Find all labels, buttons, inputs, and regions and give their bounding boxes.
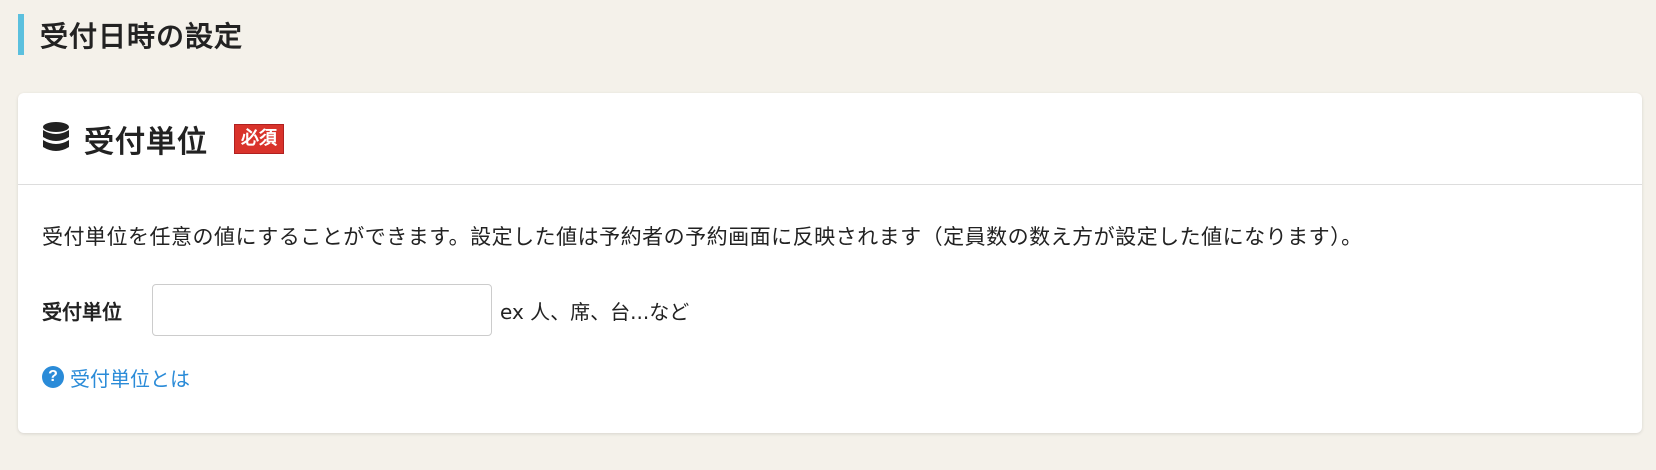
description-text: 受付単位を任意の値にすることができます。設定した値は予約者の予約画面に反映されま… bbox=[42, 225, 1363, 249]
help-link-label[interactable]: 受付単位とは bbox=[70, 363, 190, 392]
card-title: 受付単位 bbox=[84, 124, 208, 160]
field-label: 受付単位 bbox=[42, 299, 122, 324]
database-icon bbox=[42, 121, 70, 156]
help-link[interactable]: ? 受付単位とは bbox=[42, 362, 1642, 392]
question-circle-icon: ? bbox=[42, 366, 64, 388]
section-heading: 受付日時の設定 bbox=[18, 14, 243, 55]
field-hint: ex 人、席、台...など bbox=[500, 299, 690, 324]
reception-unit-field-row: 受付単位 ex 人、席、台...など bbox=[42, 284, 1642, 336]
reception-unit-input[interactable] bbox=[152, 284, 492, 336]
required-badge: 必須 bbox=[234, 123, 284, 154]
section-title: 受付日時の設定 bbox=[40, 19, 244, 53]
card-body: 受付単位を任意の値にすることができます。設定した値は予約者の予約画面に反映されま… bbox=[18, 185, 1642, 392]
card-header: 受付単位 必須 bbox=[18, 93, 1642, 185]
reception-unit-card: 受付単位 必須 受付単位を任意の値にすることができます。設定した値は予約者の予約… bbox=[18, 93, 1642, 433]
